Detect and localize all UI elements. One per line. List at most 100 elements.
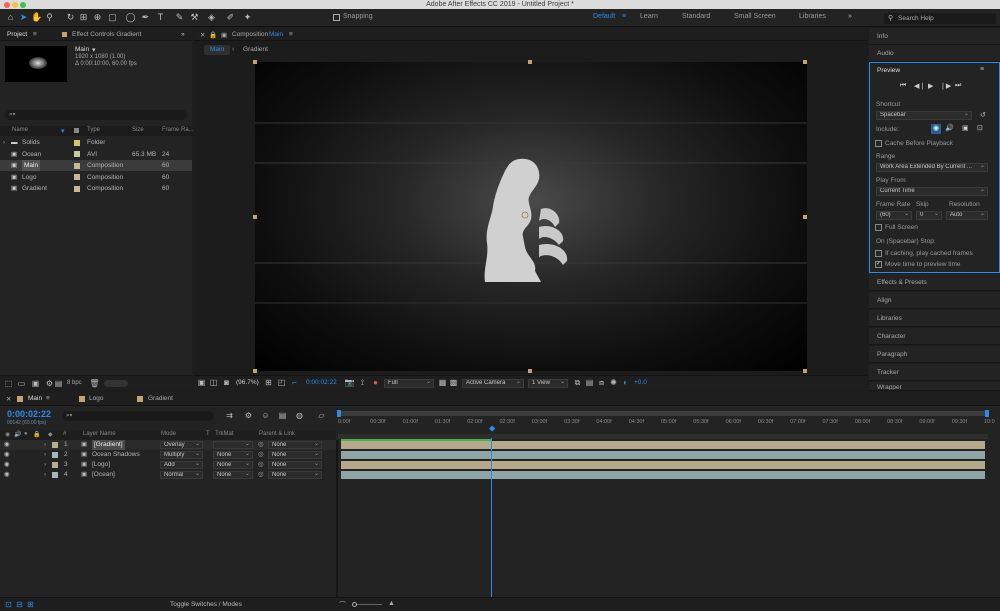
layer-expand-icon[interactable]: › [44, 440, 46, 450]
color-depth-icon[interactable]: ▤ [53, 378, 64, 389]
tab-project[interactable]: Project [7, 31, 27, 38]
frame-rate-dropdown[interactable]: (60) [876, 211, 912, 220]
new-comp-icon[interactable]: ▣ [30, 378, 41, 389]
transfer-controls-icon[interactable]: ⊟ [14, 599, 25, 610]
full-screen-checkbox[interactable] [875, 224, 882, 231]
col-frame-rate[interactable]: Frame Ra... [162, 127, 194, 133]
layer-bar-ocean-shadows[interactable] [341, 451, 985, 459]
show-snapshot-icon[interactable]: ⟟ [357, 377, 368, 388]
parent-dropdown[interactable]: None [268, 471, 322, 479]
workspace-libraries[interactable]: Libraries [799, 13, 826, 20]
layer-handle-br[interactable] [803, 369, 807, 373]
clone-tool-icon[interactable]: ⚒ [189, 12, 200, 23]
comp-close-icon[interactable]: ✕ [200, 31, 205, 39]
timeline-zoom-knob[interactable] [352, 602, 357, 607]
search-help-field[interactable]: ⚲ Search Help [884, 13, 996, 24]
timeline-search-input[interactable]: ⌕▾ [62, 411, 214, 421]
project-item[interactable]: › ▬ Solids Folder [0, 137, 192, 148]
minimize-window-button[interactable] [12, 2, 18, 8]
graph-editor-icon[interactable]: ▱ [316, 410, 327, 421]
view-layout-dropdown[interactable]: 1 View [528, 379, 568, 388]
exposure-icon[interactable]: ◐ [620, 377, 631, 388]
layer-handle-tr[interactable] [803, 60, 807, 64]
shortcut-dropdown[interactable]: Spacebar [876, 111, 972, 120]
label-swatch[interactable] [74, 174, 80, 180]
roto-brush-tool-icon[interactable]: ✐ [225, 12, 236, 23]
timeline-icon[interactable]: ▤ [584, 377, 595, 388]
visibility-eye-icon[interactable]: ◉ [4, 450, 10, 460]
layer-handle-tc[interactable] [528, 60, 532, 64]
tab-composition[interactable]: Composition [232, 31, 268, 38]
preview-resolution-dropdown[interactable]: Auto [946, 211, 988, 220]
project-item[interactable]: ▣ Gradient Composition 60 [0, 183, 192, 194]
pick-whip-icon[interactable]: ◎ [258, 450, 264, 460]
navigator-start-handle[interactable] [337, 410, 341, 417]
navigator-end-handle[interactable] [985, 410, 989, 417]
toggle-switches-modes-button[interactable]: Toggle Switches / Modes [170, 601, 242, 608]
layer-expand-icon[interactable]: › [44, 450, 46, 460]
zoom-window-button[interactable] [20, 2, 26, 8]
layer-expand-icon[interactable]: › [44, 470, 46, 480]
shy-layers-icon[interactable]: ☺ [260, 410, 271, 421]
expand-arrow-icon[interactable]: › [3, 137, 5, 148]
layer-row[interactable]: ◉ › 3 ▣ [Logo] Add None ◎ None [0, 460, 336, 470]
pen-tool-icon[interactable]: ✒ [140, 12, 151, 23]
grid-guides-icon[interactable]: ⊞ [263, 377, 274, 388]
color-channels-icon[interactable]: ● [370, 377, 381, 388]
interpret-footage-icon[interactable]: ⬚ [3, 378, 14, 389]
skip-dropdown[interactable]: 0 [916, 211, 942, 220]
move-time-checkbox[interactable]: ✓ [875, 261, 882, 268]
parent-dropdown[interactable]: None [268, 441, 322, 449]
include-layer-controls-icon[interactable]: ⊡ [977, 124, 983, 132]
home-icon[interactable]: ⌂ [5, 12, 16, 23]
comp-mini-flowchart-icon[interactable]: ⇉ [224, 410, 235, 421]
brush-tool-icon[interactable]: ✎ [174, 12, 185, 23]
effects-presets-panel[interactable]: Effects & Presets [869, 274, 1000, 291]
layer-handle-ml[interactable] [253, 215, 257, 219]
pan-behind-tool-icon[interactable]: ⊕ [92, 12, 103, 23]
parent-dropdown[interactable]: None [268, 461, 322, 469]
resolution-dropdown[interactable]: Full [384, 379, 434, 388]
panel-overflow-icon[interactable]: » [181, 31, 185, 38]
layer-label-swatch[interactable] [52, 462, 58, 468]
label-swatch[interactable] [74, 151, 80, 157]
layer-row[interactable]: ◉ › 2 ▣ Ocean Shadows Multiply None ◎ None [0, 450, 336, 460]
cache-before-playback-checkbox[interactable] [875, 140, 882, 147]
workspace-small-screen[interactable]: Small Screen [734, 13, 776, 20]
project-tab-menu-icon[interactable]: ≡ [33, 31, 37, 38]
layer-mode-dropdown[interactable]: Normal [160, 471, 203, 479]
project-search-input[interactable]: ⌕▾ [5, 110, 187, 120]
visibility-eye-icon[interactable]: ◉ [4, 460, 10, 470]
trash-icon[interactable]: 🗑 [89, 378, 100, 389]
comp-tab-menu-icon[interactable]: ≡ [289, 31, 293, 38]
timeline-tab-menu-icon[interactable]: ≡ [46, 395, 50, 402]
camera-tool-icon[interactable]: ⊞ [78, 12, 89, 23]
trkmat-dropdown[interactable]: None [213, 471, 253, 479]
new-folder-icon[interactable]: ▭ [16, 378, 27, 389]
in-out-stretch-icon[interactable]: ⊞ [25, 599, 36, 610]
ellipse-tool-icon[interactable]: ◯ [125, 12, 136, 23]
pick-whip-icon[interactable]: ◎ [258, 440, 264, 450]
timeline-zoom-slider[interactable] [352, 602, 382, 607]
layer-bar-gradient[interactable] [341, 441, 985, 449]
col-layer-name[interactable]: Layer Name [83, 431, 116, 437]
label-swatch[interactable] [74, 139, 80, 146]
zoom-dropdown[interactable]: (96.7%) [236, 379, 259, 386]
timeline-tab-gradient[interactable]: Gradient [148, 395, 173, 402]
playhead-marker-icon[interactable]: ⬥ [489, 423, 495, 434]
region-of-interest-icon[interactable]: ⌐ [289, 377, 300, 388]
layer-switches-icon[interactable]: ⊡ [3, 599, 14, 610]
layer-name[interactable]: Ocean Shadows [92, 450, 140, 460]
trkmat-dropdown[interactable]: None [213, 451, 253, 459]
snapping-checkbox[interactable] [333, 14, 340, 21]
workspace-learn[interactable]: Learn [640, 13, 658, 20]
layer-handle-mr[interactable] [803, 215, 807, 219]
include-video-icon[interactable]: ◉ [931, 124, 941, 134]
bpc-label[interactable]: 8 bpc [67, 380, 82, 386]
play-cached-checkbox[interactable] [875, 250, 882, 257]
layer-name[interactable]: [Ocean] [92, 470, 115, 480]
trkmat-dropdown[interactable] [213, 441, 253, 449]
last-frame-icon[interactable]: ⏭ [955, 82, 961, 90]
include-audio-icon[interactable]: 🔊 [945, 124, 954, 132]
comp-flowchart-icon[interactable]: ⧈ [596, 377, 607, 388]
